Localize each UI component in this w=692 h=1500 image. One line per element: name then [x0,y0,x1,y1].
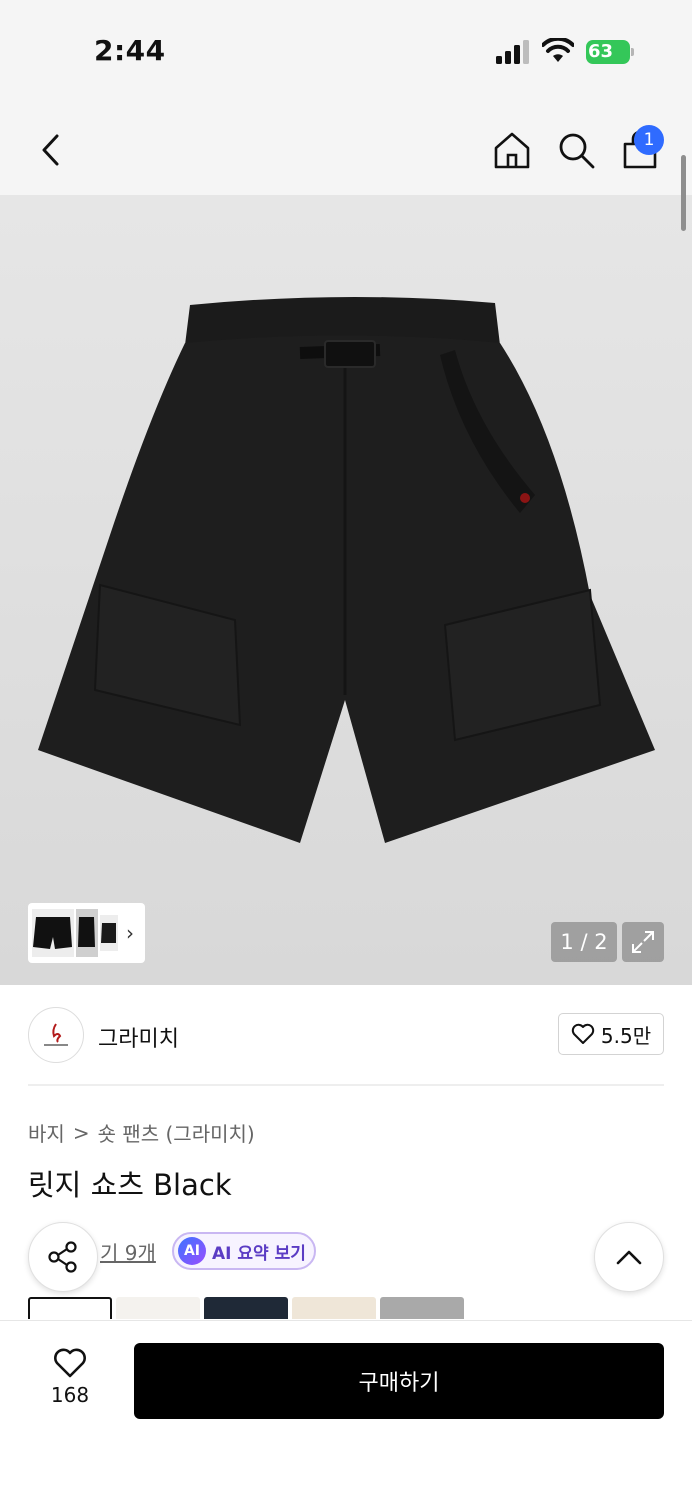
home-button[interactable] [490,128,534,172]
wifi-icon [542,38,574,62]
battery-icon: 63 [586,40,634,64]
scrollbar[interactable] [681,155,686,231]
breadcrumb-separator: > [72,1120,90,1145]
home-icon [494,132,530,169]
brand-row: 그라미치 5.5만 [28,1005,664,1067]
cellular-signal-icon [496,40,529,64]
expand-icon [632,931,654,953]
status-time: 2:44 [94,34,166,67]
bottom-action-bar: 168 구매하기 [0,1320,692,1500]
divider [28,1084,664,1086]
breadcrumb-category[interactable]: 바지 [28,1118,65,1147]
breadcrumb-subcategory[interactable]: 숏 팬츠 (그라미치) [98,1118,255,1147]
top-nav-bar [0,100,692,195]
brand-like-count: 5.5만 [600,1023,652,1048]
color-swatches [28,1297,488,1319]
scroll-to-top-button[interactable] [594,1222,664,1292]
status-bar: 2:44 63 [0,0,692,100]
battery-level: 63 [588,41,614,62]
back-icon [42,134,59,166]
color-swatch[interactable] [116,1297,200,1319]
product-like-button[interactable]: 168 [36,1347,104,1417]
product-like-count: 168 [50,1383,90,1407]
ai-summary-button[interactable]: AI AI 요약 보기 [172,1232,316,1270]
buy-button[interactable]: 구매하기 [134,1343,664,1419]
expand-button[interactable] [622,922,664,962]
color-swatch[interactable] [292,1297,376,1319]
image-counter: 1 / 2 [551,922,617,962]
review-link[interactable]: 기 9개 [100,1237,156,1266]
search-button[interactable] [554,128,598,172]
chevron-right-icon: › [126,921,134,945]
brand-like-button[interactable]: 5.5만 [558,1013,664,1055]
review-row: 기 9개 AI AI 요약 보기 [28,1232,588,1272]
search-icon [559,133,595,169]
color-swatch[interactable] [380,1297,464,1319]
ai-badge-icon: AI [178,1237,206,1265]
heart-icon [54,1348,86,1378]
ai-summary-label: AI 요약 보기 [212,1243,306,1264]
chevron-up-icon [616,1250,642,1265]
product-image-gallery[interactable]: › 1 / 2 [0,195,692,985]
product-title: 릿지 쇼츠 Black [28,1168,232,1202]
breadcrumb: 바지 > 숏 팬츠 (그라미치) [28,1118,255,1147]
back-button[interactable] [30,128,70,172]
brand-logo[interactable] [28,1007,84,1063]
share-button[interactable] [28,1222,98,1292]
thumbnail-image [32,909,118,957]
brand-logo-mark [44,1023,68,1046]
brand-name[interactable]: 그라미치 [98,1021,179,1053]
heart-icon [571,1023,595,1044]
color-swatch[interactable] [204,1297,288,1319]
color-swatch[interactable] [28,1297,112,1319]
product-image [0,195,692,985]
share-icon [48,1241,77,1273]
thumbnail-strip[interactable]: › [28,903,145,963]
cart-count-badge: 1 [634,125,664,155]
